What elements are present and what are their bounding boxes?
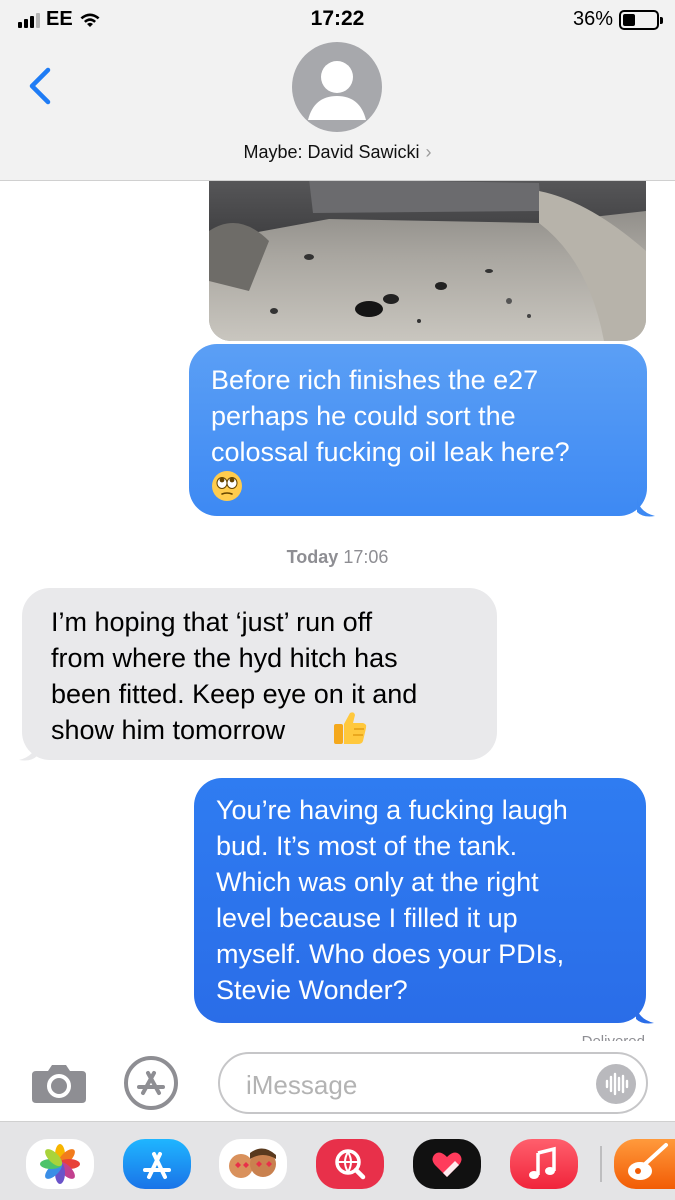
bubble-tail: [637, 498, 655, 517]
back-chevron-icon[interactable]: [26, 66, 56, 106]
app-store-icon[interactable]: [123, 1139, 191, 1189]
battery-percent: 36%: [572, 8, 613, 30]
contact-name: Maybe: David Sawicki: [243, 142, 420, 162]
chevron-right-icon: ›: [425, 142, 432, 162]
person-silhouette-icon: [308, 61, 366, 120]
outgoing-message-bubble[interactable]: Before rich finishes the e27 perhaps he …: [189, 344, 647, 516]
face-with-rolling-eyes-icon: [212, 471, 242, 501]
web-search-icon[interactable]: [316, 1139, 384, 1189]
contact-name-row[interactable]: Maybe: David Sawicki ›: [0, 142, 675, 163]
memoji-stickers-icon[interactable]: [219, 1139, 287, 1189]
photos-app-icon[interactable]: [26, 1139, 94, 1189]
conversation-header: Maybe: David Sawicki ›: [0, 40, 675, 181]
imessage-input[interactable]: iMessage: [218, 1052, 648, 1114]
compose-bar: iMessage: [0, 1041, 675, 1121]
outgoing-message-bubble[interactable]: You’re having a fucking laugh bud. It’s …: [194, 778, 646, 1023]
battery-icon: [619, 9, 663, 30]
thread-timestamp: Today 17:06: [286, 547, 389, 567]
digital-touch-icon[interactable]: [413, 1139, 481, 1189]
contact-avatar[interactable]: [292, 42, 382, 132]
message-text: You’re having a fucking laugh bud. It’s …: [216, 795, 568, 1005]
audio-message-button[interactable]: [596, 1064, 636, 1104]
app-store-button-icon[interactable]: [123, 1055, 179, 1111]
message-placeholder: iMessage: [246, 1070, 358, 1100]
waveform-icon: [605, 1072, 629, 1096]
status-bar: EE 17:22 36%: [0, 0, 675, 40]
message-text: Before rich finishes the e27 perhaps he …: [211, 365, 570, 467]
bubble-tail: [19, 742, 37, 761]
bubble-tail: [636, 1005, 654, 1024]
delivery-status: Delivered: [582, 1033, 645, 1041]
thumbs-up-icon: [334, 712, 367, 744]
incoming-message-bubble[interactable]: I’m hoping that ‘just’ run off from wher…: [22, 588, 497, 760]
app-drawer: [0, 1121, 675, 1200]
drawer-divider: [600, 1146, 602, 1182]
message-thread[interactable]: Before rich finishes the e27 perhaps he …: [0, 181, 675, 1041]
message-text: I’m hoping that ‘just’ run off from wher…: [51, 607, 418, 745]
garageband-app-icon[interactable]: [614, 1139, 675, 1189]
camera-icon[interactable]: [30, 1061, 88, 1105]
photo-attachment[interactable]: [209, 181, 646, 341]
music-app-icon[interactable]: [510, 1139, 578, 1189]
oil-leak-photo: [209, 181, 646, 341]
